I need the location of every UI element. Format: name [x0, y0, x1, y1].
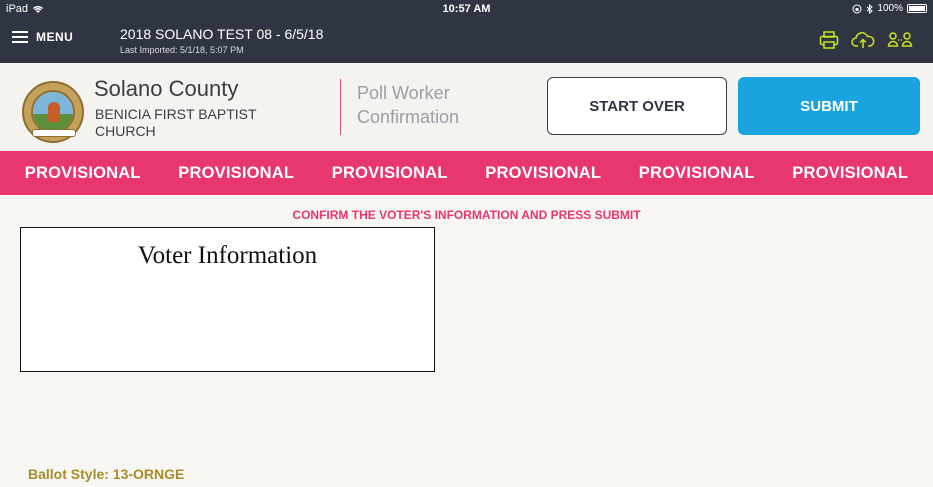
cloud-upload-icon[interactable] [851, 31, 875, 49]
provisional-label: PROVISIONAL [24, 163, 141, 182]
precinct-name: BENICIA FIRST BAPTIST CHURCH [95, 106, 257, 139]
screen-title: Poll Worker Confirmation [357, 83, 460, 127]
status-time: 10:57 AM [442, 3, 491, 15]
page-header: Solano County BENICIA FIRST BAPTIST CHUR… [0, 63, 933, 151]
provisional-label: PROVISIONAL [331, 163, 448, 182]
start-over-button[interactable]: START OVER [547, 77, 727, 135]
submit-button[interactable]: SUBMIT [738, 77, 920, 135]
voter-information-panel: Voter Information [20, 227, 435, 372]
menu-button[interactable]: MENU [12, 30, 73, 44]
printer-icon[interactable] [819, 31, 839, 49]
status-right: 100% [852, 3, 927, 14]
instruction-text: CONFIRM THE VOTER'S INFORMATION AND PRES… [292, 208, 641, 222]
poll-workers-icon[interactable] [887, 31, 913, 49]
menu-label: MENU [36, 30, 74, 44]
battery-icon [907, 4, 927, 13]
battery-percent: 100% [877, 3, 903, 14]
voter-information-title: Voter Information [137, 242, 318, 269]
bluetooth-icon [867, 3, 874, 14]
county-name: Solano County [94, 76, 239, 101]
last-imported: Last Imported: 5/1/18, 5:07 PM [120, 45, 244, 55]
election-title: 2018 SOLANO TEST 08 - 6/5/18 [120, 26, 324, 42]
provisional-label: PROVISIONAL [485, 163, 602, 182]
provisional-label: PROVISIONAL [792, 163, 909, 182]
provisional-label: PROVISIONAL [638, 163, 755, 182]
orientation-lock-icon [852, 4, 862, 13]
ballot-style-label: Ballot Style: 13-ORNGE [28, 466, 185, 482]
provisional-label: PROVISIONAL [178, 163, 295, 182]
hamburger-icon [12, 31, 28, 43]
county-seal-logo [22, 81, 84, 143]
header-divider [340, 79, 341, 135]
provisional-banner: PROVISIONAL PROVISIONAL PROVISIONAL PROV… [0, 151, 933, 195]
top-bar: iPad 10:57 AM 100% MENU 2018 SOLANO TEST… [0, 0, 933, 63]
toolbar-icons [819, 31, 913, 49]
